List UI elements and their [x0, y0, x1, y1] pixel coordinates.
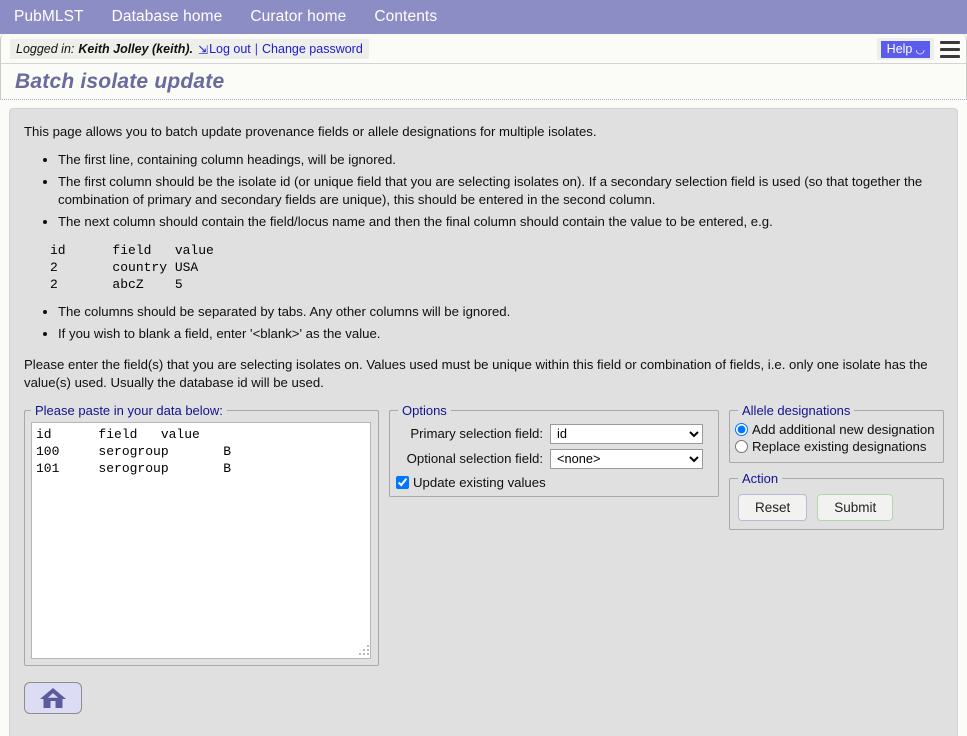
update-existing-row: Update existing values [396, 475, 710, 490]
replace-existing-designations-radio[interactable] [735, 439, 748, 453]
action-fieldset: Action Reset Submit [729, 470, 944, 530]
primary-selection-label: Primary selection field: [410, 426, 543, 442]
list-item: The next column should contain the field… [58, 213, 943, 232]
intro-paragraph: This page allows you to batch update pro… [24, 124, 597, 139]
paste-data-textarea[interactable] [31, 421, 371, 659]
logged-in-username: Keith Jolley (keith). [78, 41, 193, 56]
help-button-label: Help [886, 42, 913, 56]
allele-designations-fieldset: Allele designations Add additional new d… [729, 402, 944, 463]
options-fieldset: Options Primary selection field: id Opti… [389, 402, 719, 497]
nav-item-database-home[interactable]: Database home [112, 8, 223, 26]
options-column: Options Primary selection field: id Opti… [389, 402, 719, 497]
update-existing-values-checkbox[interactable] [396, 475, 409, 489]
hamburger-menu-icon[interactable] [940, 41, 960, 58]
page-title-bar: Batch isolate update [0, 64, 967, 100]
list-item: If you wish to blank a field, enter '<bl… [58, 325, 943, 344]
list-item: The first line, containing column headin… [58, 151, 943, 170]
nav-item-curator-home[interactable]: Curator home [250, 8, 346, 26]
data-column: Please paste in your data below: [24, 402, 379, 714]
login-info: Logged in: Keith Jolley (keith). ⇲ Log o… [10, 38, 369, 59]
reset-button[interactable]: Reset [738, 493, 808, 521]
home-icon [40, 687, 66, 708]
list-item: The columns should be separated by tabs.… [58, 303, 943, 322]
external-link-icon: ⇲ [198, 42, 209, 57]
top-navigation-bar: PubMLST Database home Curator home Conte… [0, 0, 967, 34]
primary-selection-row: Primary selection field: id [398, 423, 710, 444]
textarea-wrapper [31, 421, 372, 659]
main-content-panel: This page allows you to batch update pro… [9, 108, 958, 736]
instructions-list-top: The first line, containing column headin… [24, 151, 943, 232]
page-title: Batch isolate update [15, 69, 225, 93]
add-additional-designation-label[interactable]: Add additional new designation [752, 422, 935, 437]
paste-data-legend: Please paste in your data below: [35, 402, 223, 418]
action-button-row: Reset Submit [738, 493, 935, 521]
nav-item-pubmlst[interactable]: PubMLST [14, 8, 84, 26]
example-data-block: id field value 2 country USA 2 abcZ 5 [50, 242, 214, 293]
options-legend: Options [402, 402, 447, 418]
nav-item-contents[interactable]: Contents [374, 8, 437, 26]
action-legend: Action [742, 470, 779, 486]
replace-existing-designations-label[interactable]: Replace existing designations [752, 439, 926, 454]
closing-paragraph: Please enter the field(s) that you are s… [24, 356, 928, 391]
external-link-icon: ◡ [915, 43, 925, 56]
log-out-link[interactable]: Log out [209, 42, 251, 56]
allele-action-column: Allele designations Add additional new d… [729, 402, 944, 530]
optional-selection-label: Optional selection field: [406, 451, 543, 467]
allele-option-add-row: Add additional new designation [735, 422, 935, 437]
optional-selection-row: Optional selection field: <none> [398, 448, 710, 469]
link-separator: | [254, 41, 259, 56]
home-button[interactable] [24, 681, 82, 714]
paste-data-fieldset: Please paste in your data below: [24, 402, 379, 666]
submit-button[interactable]: Submit [817, 493, 894, 521]
optional-selection-field-select[interactable]: <none> [550, 448, 703, 469]
list-item: The first column should be the isolate i… [58, 173, 943, 210]
form-row: Please paste in your data below: id fiel… [24, 402, 944, 714]
update-existing-values-label[interactable]: Update existing values [413, 475, 546, 490]
allele-option-replace-row: Replace existing designations [735, 439, 935, 454]
change-password-link[interactable]: Change password [262, 42, 363, 56]
allele-designations-legend: Allele designations [742, 402, 851, 418]
add-additional-designation-radio[interactable] [735, 422, 748, 436]
login-status-bar: Logged in: Keith Jolley (keith). ⇲ Log o… [0, 34, 967, 64]
logged-in-label: Logged in: [16, 41, 75, 56]
instructions-list-bottom: The columns should be separated by tabs.… [24, 303, 943, 343]
primary-selection-field-select[interactable]: id [550, 423, 703, 444]
help-button-container: Help ◡ [876, 38, 934, 60]
help-button[interactable]: Help ◡ [880, 41, 930, 58]
